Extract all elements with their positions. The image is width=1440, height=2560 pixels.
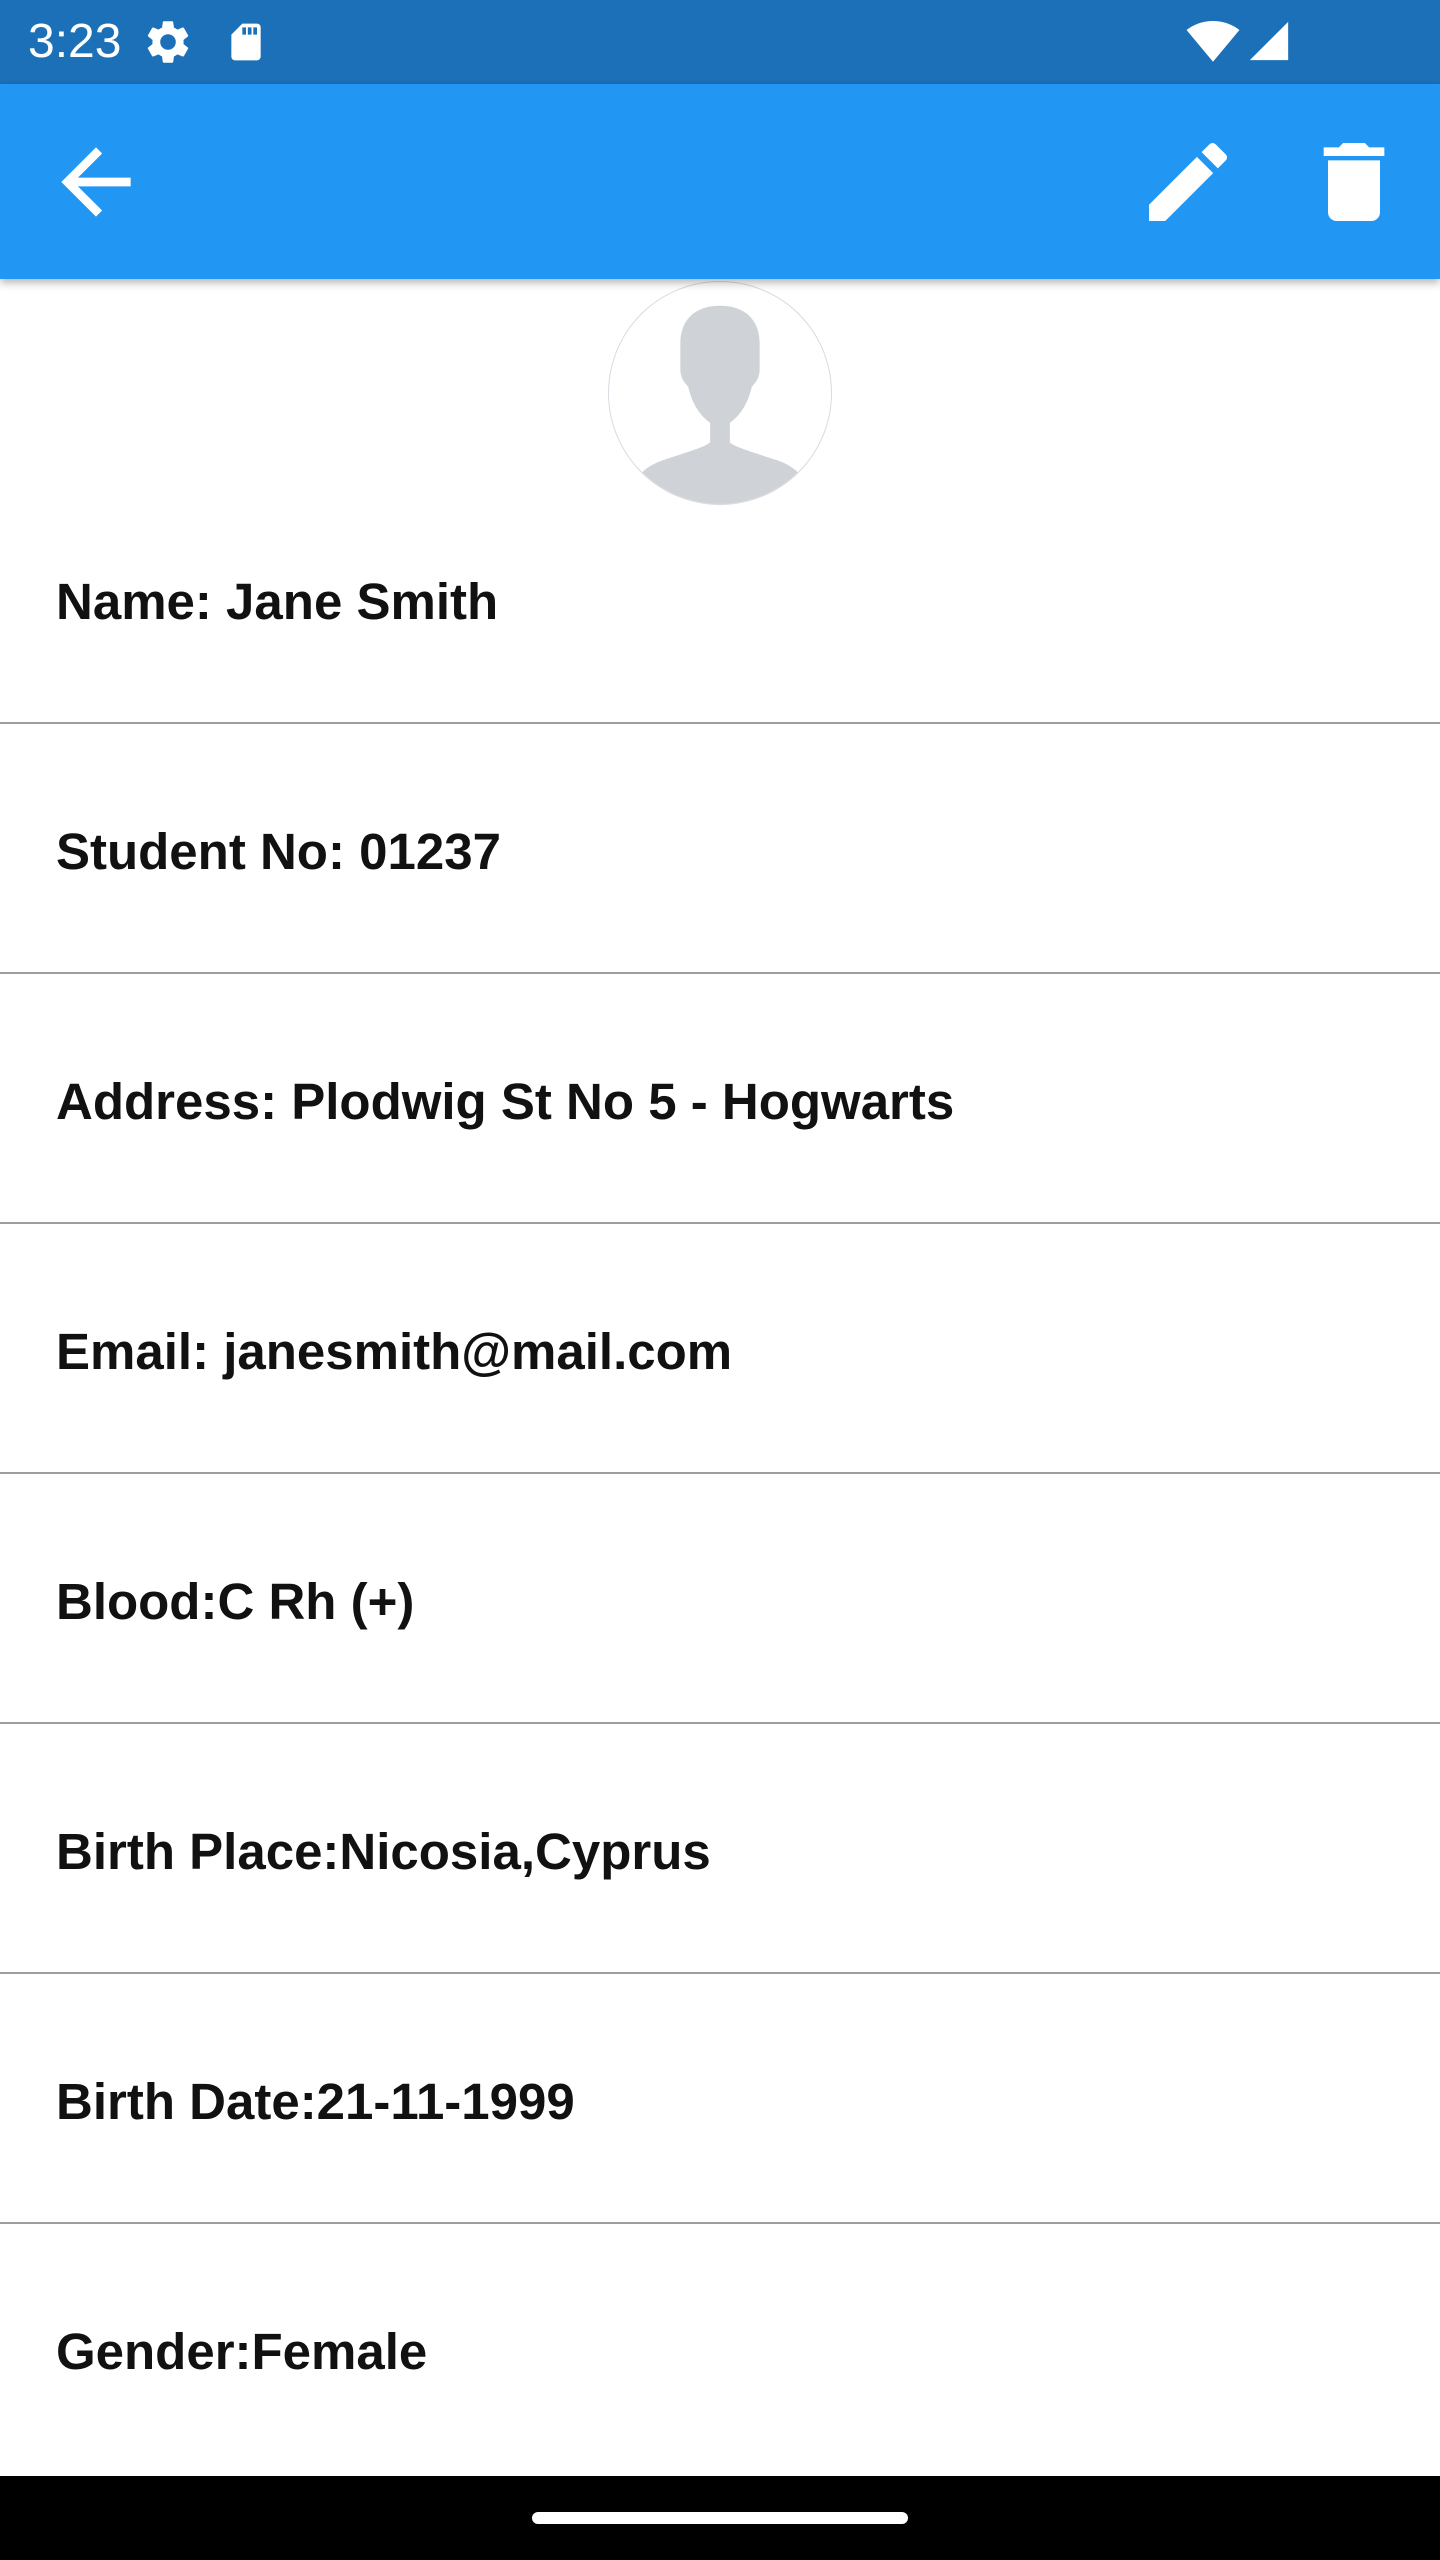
delete-trash-icon	[1323, 143, 1385, 221]
profile-avatar	[608, 281, 832, 505]
list-item-email: Email: janesmith@mail.com	[0, 1224, 1440, 1474]
list-item-birth-place: Birth Place:Nicosia,Cyprus	[0, 1724, 1440, 1974]
wifi-icon	[1186, 20, 1240, 62]
status-time: 3:23	[28, 15, 122, 68]
back-button[interactable]	[44, 130, 148, 234]
app-bar	[0, 84, 1440, 279]
edit-button[interactable]	[1136, 130, 1240, 234]
email-text: Email: janesmith@mail.com	[56, 1323, 733, 1380]
birth-date-text: Birth Date:21-11-1999	[56, 2073, 575, 2130]
person-placeholder-icon	[630, 305, 810, 504]
student-name-text: Name: Jane Smith	[56, 573, 499, 630]
system-navigation-bar	[0, 2476, 1440, 2560]
list-item-name: Name: Jane Smith	[0, 474, 1440, 724]
student-number-text: Student No: 01237	[56, 823, 501, 880]
student-detail-list: Name: Jane Smith Student No: 01237 Addre…	[0, 474, 1440, 2474]
gender-text: Gender:Female	[56, 2323, 428, 2380]
address-text: Address: Plodwig St No 5 - Hogwarts	[56, 1073, 955, 1130]
settings-gear-icon	[147, 21, 189, 63]
sd-card-icon	[231, 23, 261, 61]
birth-place-text: Birth Place:Nicosia,Cyprus	[56, 1823, 711, 1880]
edit-pencil-icon	[1149, 142, 1228, 221]
list-item-birth-date: Birth Date:21-11-1999	[0, 1974, 1440, 2224]
list-item-gender: Gender:Female	[0, 2224, 1440, 2474]
home-gesture-handle[interactable]	[532, 2512, 908, 2524]
blood-type-text: Blood:C Rh (+)	[56, 1573, 415, 1630]
delete-button[interactable]	[1302, 130, 1406, 234]
list-item-address: Address: Plodwig St No 5 - Hogwarts	[0, 974, 1440, 1224]
cell-signal-icon	[1249, 21, 1289, 61]
status-bar: 3:23	[0, 0, 1440, 84]
arrow-back-icon	[61, 147, 131, 217]
list-item-blood: Blood:C Rh (+)	[0, 1474, 1440, 1724]
list-item-student-no: Student No: 01237	[0, 724, 1440, 974]
